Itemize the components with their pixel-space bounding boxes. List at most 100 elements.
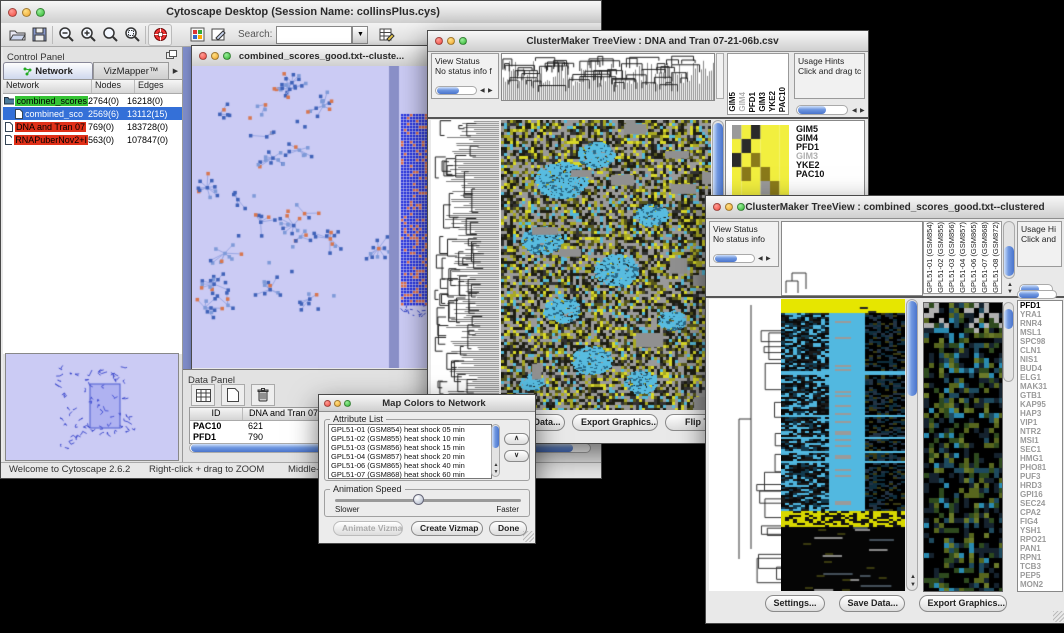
tab-network[interactable]: Network (3, 62, 93, 79)
zoom-icon[interactable] (344, 400, 351, 407)
network-canvas[interactable] (192, 66, 440, 368)
speed-slider-thumb[interactable] (413, 494, 424, 505)
save-icon[interactable] (28, 25, 50, 45)
gene-list-hscrollbar[interactable] (1017, 290, 1057, 299)
scroll-left-icon[interactable]: ◀ (852, 108, 857, 114)
move-up-button[interactable]: ∧ (504, 433, 529, 445)
search-input[interactable] (276, 26, 352, 44)
view-status-scrollbar[interactable] (713, 254, 755, 263)
scroll-up-icon[interactable]: ▲ (494, 462, 499, 468)
close-icon[interactable] (8, 8, 17, 17)
tab-vizmapper[interactable]: VizMapper™ (93, 62, 169, 79)
network-window-titlebar[interactable]: combined_scores_good.txt--cluste... (192, 46, 442, 67)
scroll-left-icon[interactable]: ◀ (480, 88, 485, 94)
done-button[interactable]: Done (489, 521, 527, 536)
search-dropdown-button[interactable]: ▼ (352, 26, 368, 44)
column-label: GIM5 (728, 92, 738, 112)
zoom-out-icon[interactable] (55, 25, 77, 45)
resize-grip[interactable] (523, 531, 534, 542)
close-icon[interactable] (435, 37, 443, 45)
list-item: GPL51-01 (GSM854) heat shock 05 min (329, 425, 491, 434)
treeview2-titlebar[interactable]: ClusterMaker TreeView : combined_scores_… (706, 196, 1064, 219)
heatmap-canvas[interactable] (501, 120, 711, 410)
attribute-browser-icon[interactable] (376, 25, 398, 45)
dialog-title: Map Colors to Network (351, 398, 517, 409)
tab-overflow-button[interactable]: ▶ (169, 62, 182, 79)
scroll-down-icon[interactable]: ▼ (494, 469, 499, 475)
create-vizmap-button[interactable]: Create Vizmap (411, 521, 483, 536)
speed-slider-track[interactable] (335, 499, 521, 502)
export-graphics-button[interactable]: Export Graphics... (919, 595, 1007, 612)
column-label: PAC10 (778, 87, 788, 112)
col-id[interactable]: ID (190, 408, 243, 420)
minimize-icon[interactable] (211, 52, 219, 60)
desktop: Cytoscape Desktop (Session Name: collins… (0, 0, 1064, 633)
scroll-down-icon[interactable]: ▼ (1007, 289, 1013, 295)
annotation-icon[interactable] (208, 25, 230, 45)
resize-grip[interactable] (1053, 611, 1064, 622)
help-lifesaver-icon[interactable] (148, 24, 172, 46)
scroll-right-icon[interactable]: ▶ (766, 256, 771, 262)
minimize-icon[interactable] (447, 37, 455, 45)
row-dendrogram-canvas[interactable] (431, 120, 499, 410)
vizmapper-icon[interactable] (186, 25, 208, 45)
attribute-list-vscrollbar[interactable]: ▲ ▼ (491, 424, 500, 477)
heatmap-vscrollbar[interactable]: ▲ ▼ (906, 299, 918, 591)
table-row[interactable]: combined_scores 2764(0) 16218(0) (3, 94, 182, 107)
minimize-icon[interactable] (22, 8, 31, 17)
zoom-icon[interactable] (36, 8, 45, 17)
list-item: TCB3 (1018, 562, 1062, 571)
birdseye-view[interactable] (5, 353, 179, 461)
table-row[interactable]: DNA and Tran 07 769(0) 183728(0) (3, 120, 182, 133)
treeview1-titlebar[interactable]: ClusterMaker TreeView : DNA and Tran 07-… (428, 31, 868, 52)
move-down-button[interactable]: ∨ (504, 450, 529, 462)
heatmap-canvas[interactable] (781, 299, 905, 591)
dialog-titlebar[interactable]: Map Colors to Network (319, 395, 535, 412)
scroll-down-icon[interactable]: ▼ (910, 582, 916, 588)
column-dendrogram-canvas[interactable] (781, 221, 923, 296)
splitter[interactable] (716, 53, 724, 99)
window-controls[interactable] (1, 8, 45, 17)
overview-heatmap-canvas[interactable] (923, 302, 1003, 592)
zoom-selected-icon[interactable] (121, 25, 143, 45)
zoom-icon[interactable] (223, 52, 231, 60)
scroll-up-icon[interactable]: ▲ (1007, 282, 1013, 288)
zoom-fit-icon[interactable] (99, 25, 121, 45)
settings-button[interactable]: Settings... (765, 595, 825, 612)
zoom-icon[interactable] (459, 37, 467, 45)
column-dendrogram-canvas[interactable] (501, 53, 715, 101)
table-row-selected[interactable]: combined_sco 2569(6) 13112(15) (3, 107, 182, 120)
zoom-in-icon[interactable] (77, 25, 99, 45)
col-edges[interactable]: Edges (135, 80, 182, 93)
col-network[interactable]: Network (3, 80, 92, 93)
scroll-right-icon[interactable]: ▶ (860, 108, 865, 114)
view-status-scrollbar[interactable] (435, 86, 477, 95)
close-icon[interactable] (324, 400, 331, 407)
animation-speed-group: Animation Speed Slower Faster (324, 489, 530, 517)
scroll-up-icon[interactable]: ▲ (910, 574, 916, 580)
scroll-left-icon[interactable]: ◀ (758, 256, 763, 262)
column-labels-vscrollbar[interactable] (1003, 221, 1015, 279)
animate-vizmap-button[interactable]: Animate Vizmap (333, 521, 403, 536)
zoom-icon[interactable] (737, 203, 745, 211)
export-graphics-button[interactable]: Export Graphics... (572, 414, 658, 431)
float-panel-icon[interactable] (166, 50, 177, 60)
row-dendrogram-canvas[interactable] (709, 299, 781, 591)
close-icon[interactable] (199, 52, 207, 60)
network-tab-icon (23, 67, 32, 76)
col-nodes[interactable]: Nodes (92, 80, 135, 93)
open-folder-icon[interactable] (6, 25, 28, 45)
minimize-icon[interactable] (334, 400, 341, 407)
usage-hints-scrollbar[interactable] (796, 105, 848, 115)
save-data-button[interactable]: Save Data... (839, 595, 905, 612)
table-row[interactable]: RNAPuberNov2+I 563(0) 107847(0) (3, 133, 182, 146)
table-mode-icon[interactable] (191, 384, 215, 406)
scroll-right-icon[interactable]: ▶ (488, 88, 493, 94)
main-titlebar[interactable]: Cytoscape Desktop (Session Name: collins… (1, 1, 601, 24)
close-icon[interactable] (713, 203, 721, 211)
attribute-list[interactable]: GPL51-01 (GSM854) heat shock 05 minGPL51… (328, 424, 492, 479)
overview-vscrollbar[interactable] (1003, 302, 1014, 382)
new-attribute-icon[interactable] (221, 384, 245, 406)
delete-attribute-trash-icon[interactable] (251, 384, 275, 406)
minimize-icon[interactable] (725, 203, 733, 211)
